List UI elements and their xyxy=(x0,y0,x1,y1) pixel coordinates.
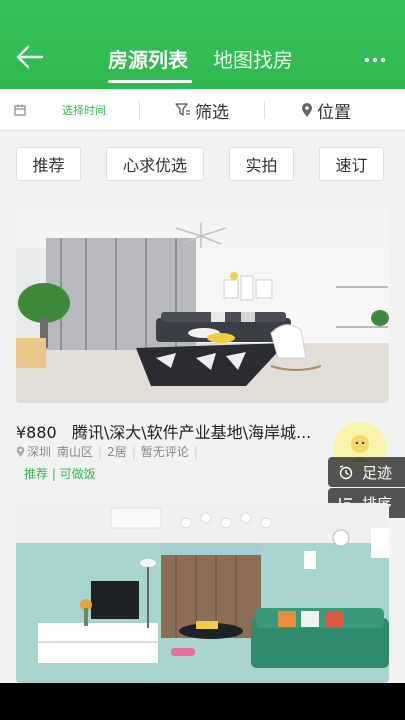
divider: | xyxy=(98,444,103,459)
funnel-icon xyxy=(175,103,190,116)
system-navigation-bar xyxy=(0,683,405,720)
location-label: 位置 xyxy=(317,102,351,123)
filter-label: 筛选 xyxy=(195,102,229,123)
location-pin-icon xyxy=(16,445,25,457)
tab-house-list[interactable]: 房源列表 xyxy=(108,46,188,74)
divider: | xyxy=(193,444,198,459)
filter-bar: 选择时间 筛选 位置 xyxy=(0,89,405,131)
listing-rooms: 2居 xyxy=(107,445,127,459)
listing-tags: 推荐 | 可做饭 xyxy=(24,467,96,481)
listing-price: ¥880 xyxy=(16,423,57,442)
calendar-icon xyxy=(14,104,26,116)
listing-meta: 深圳 南山区 | 2居 | 暂无评论 | xyxy=(16,443,203,460)
back-arrow-icon[interactable] xyxy=(14,42,46,72)
living-room-photo xyxy=(16,503,389,683)
listing-city: 深圳 xyxy=(27,445,52,459)
footprint-button[interactable]: 足迹 xyxy=(328,457,405,487)
chip-recommend[interactable]: 推荐 xyxy=(16,147,81,181)
top-header: 房源列表 地图找房 xyxy=(0,0,405,89)
chip-real-photos[interactable]: 实拍 xyxy=(229,147,294,181)
date-selector-label: 选择时间 xyxy=(62,104,106,117)
footprint-icon xyxy=(339,465,353,480)
tab-map-search[interactable]: 地图找房 xyxy=(213,46,293,74)
location-button[interactable]: 位置 xyxy=(301,89,351,131)
date-selector[interactable]: 选择时间 xyxy=(14,89,106,131)
listing-district: 南山区 xyxy=(57,445,94,459)
listing-title-row[interactable]: ¥880 腾讯\深大\软件产业基地\海岸城... xyxy=(16,419,316,443)
location-pin-icon xyxy=(302,102,312,117)
listing-reviews: 暂无评论 xyxy=(140,445,189,459)
divider xyxy=(139,101,140,119)
listing-photo[interactable] xyxy=(16,208,389,403)
more-options-icon[interactable] xyxy=(364,56,386,64)
chip-quick-book[interactable]: 速订 xyxy=(319,147,384,181)
footprint-label: 足迹 xyxy=(362,463,393,482)
filter-button[interactable]: 筛选 xyxy=(175,89,229,131)
chip-premium-choice[interactable]: 心求优选 xyxy=(106,147,204,181)
listing-title: 腾讯\深大\软件产业基地\海岸城... xyxy=(71,423,312,442)
listing-photo[interactable] xyxy=(16,503,389,683)
living-room-photo xyxy=(16,208,389,403)
app-root: 房源列表 地图找房 选择时间 筛选 位置 推荐 心求优选 实拍 速订 ¥880 … xyxy=(0,0,405,720)
active-tab-indicator xyxy=(108,80,192,83)
divider: | xyxy=(131,444,136,459)
divider xyxy=(264,101,265,119)
